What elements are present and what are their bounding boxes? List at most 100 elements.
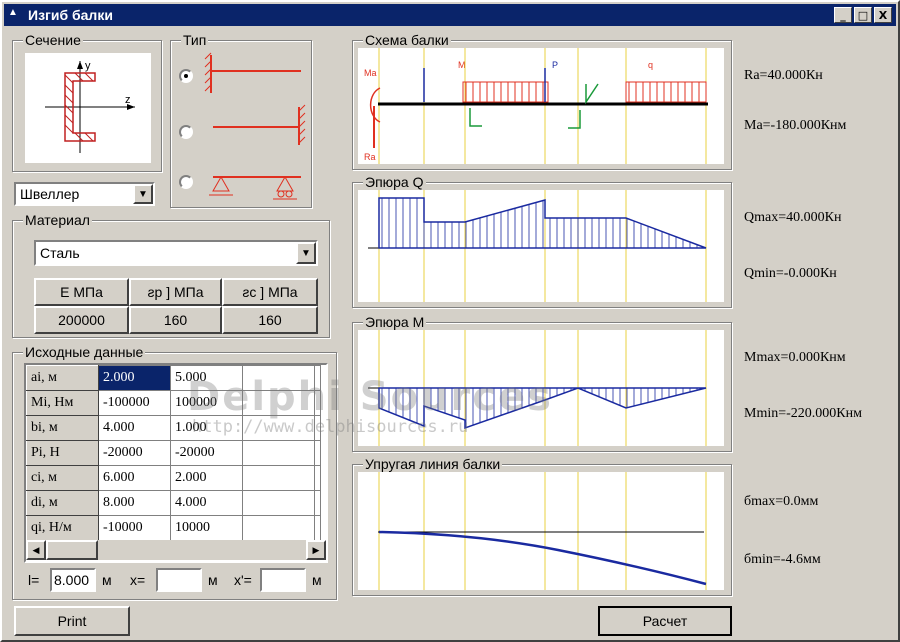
table-row: qi, Н/м -10000 10000 (26, 515, 321, 541)
type-label: Тип (181, 32, 209, 48)
elastic-label: Упругая линия балки (363, 456, 503, 472)
q-label: Эпюра Q (363, 174, 426, 190)
x-label: x= (130, 572, 146, 588)
table-row: ci, м 6.000 2.000 (26, 465, 321, 491)
table-cell[interactable]: 4.000 (170, 490, 243, 516)
row-header: ai, м (26, 365, 99, 391)
q-svg (368, 190, 707, 302)
section-group: Сечение y z (12, 32, 162, 172)
main-window: ▲ Изгиб балки _ □ X Сечение y z Швеллер … (0, 0, 900, 642)
axis-y-label: y (85, 60, 91, 72)
input-data-label: Исходные данные (23, 344, 146, 360)
table-cell[interactable] (242, 465, 315, 491)
close-button[interactable]: X (874, 7, 892, 23)
scheme-label: Схема балки (363, 32, 451, 48)
scheme-p-label: P (552, 60, 558, 70)
load-q2-box (625, 81, 707, 103)
material-value-sc[interactable]: 160 (222, 306, 318, 334)
l-input[interactable]: 8.000 (50, 568, 96, 592)
watermark-title: Delphi Sources (187, 374, 553, 420)
table-cell[interactable]: -100000 (98, 390, 171, 416)
table-cell[interactable] (314, 490, 321, 516)
x-unit: м (208, 572, 218, 588)
row-header: di, м (26, 490, 99, 516)
window-title: Изгиб балки (28, 7, 113, 23)
table-cell[interactable] (242, 515, 315, 541)
result-dmin: бmin=-4.6мм (744, 552, 821, 567)
elastic-curve (378, 530, 707, 586)
l-label: l= (28, 572, 40, 588)
minimize-button[interactable]: _ (834, 7, 852, 23)
table-cell[interactable] (242, 440, 315, 466)
row-header: qi, Н/м (26, 515, 99, 541)
q-outline (378, 197, 707, 249)
maximize-button[interactable]: □ (854, 7, 872, 23)
horizontal-scrollbar[interactable]: ◀ ▶ (26, 540, 326, 560)
table-cell[interactable] (314, 515, 321, 541)
material-value: Сталь (40, 245, 80, 261)
scroll-thumb[interactable] (46, 540, 98, 560)
load-q1-box (462, 81, 549, 103)
material-value-sp[interactable]: 160 (129, 306, 222, 334)
material-value-e[interactable]: 200000 (34, 306, 129, 334)
material-header-sp: ƨр ] МПа (129, 278, 222, 306)
print-button[interactable]: Print (14, 606, 130, 636)
result-ra: Ra=40.000Кн (744, 68, 823, 83)
calc-button[interactable]: Расчет (598, 606, 732, 636)
scheme-chart: Ma Ra M P q (358, 48, 724, 164)
elastic-chart (358, 472, 724, 590)
moment-m1-arrow (469, 108, 482, 127)
section-label: Сечение (23, 32, 83, 48)
scroll-left-icon[interactable]: ◀ (26, 540, 46, 560)
scheme-ma-label: Ma (364, 68, 377, 78)
row-header: Pi, Н (26, 440, 99, 466)
material-select[interactable]: Сталь ▼ (34, 240, 318, 266)
table-cell[interactable] (314, 440, 321, 466)
scheme-ra-label: Ra (364, 152, 376, 162)
row-header: Mi, Нм (26, 390, 99, 416)
row-header: bi, м (26, 415, 99, 441)
table-cell[interactable] (242, 490, 315, 516)
table-cell[interactable]: -10000 (98, 515, 171, 541)
table-cell[interactable]: 10000 (170, 515, 243, 541)
section-diagram: y z (25, 53, 151, 163)
x2-label: x'= (234, 572, 252, 588)
material-header-sc: ƨс ] МПа (222, 278, 318, 306)
q-chart (358, 190, 724, 302)
support-type-icons (204, 52, 306, 200)
x2-input[interactable] (260, 568, 306, 592)
axis-z-label: z (125, 94, 131, 106)
result-qmax: Qmax=40.000Кн (744, 210, 842, 225)
scheme-svg: Ma Ra M P q (364, 48, 708, 164)
chevron-down-icon[interactable]: ▼ (296, 242, 316, 264)
table-cell[interactable]: -20000 (98, 440, 171, 466)
table-cell[interactable]: 4.000 (98, 415, 171, 441)
material-label: Материал (23, 212, 92, 228)
moment-m2-arrow (585, 83, 599, 105)
table-cell[interactable]: -20000 (170, 440, 243, 466)
elastic-svg (378, 472, 707, 590)
table-cell[interactable] (314, 465, 321, 491)
table-cell[interactable]: 8.000 (98, 490, 171, 516)
chevron-down-icon[interactable]: ▼ (133, 184, 153, 204)
m-label: Эпюра M (363, 314, 427, 330)
table-cell[interactable]: 6.000 (98, 465, 171, 491)
result-mmax: Mmax=0.000Кнм (744, 350, 846, 365)
result-dmax: бmax=0.0мм (744, 494, 819, 509)
scroll-right-icon[interactable]: ▶ (306, 540, 326, 560)
row-header: ci, м (26, 465, 99, 491)
table-cell[interactable]: 2.000 (170, 465, 243, 491)
l-unit: м (102, 572, 112, 588)
type-radio-cantilever-right[interactable] (179, 125, 193, 139)
profile-select[interactable]: Швеллер ▼ (14, 182, 155, 206)
table-cell[interactable]: 2.000 (98, 365, 171, 391)
table-row: Pi, Н -20000 -20000 (26, 440, 321, 466)
table-row: di, м 8.000 4.000 (26, 490, 321, 516)
type-group: Тип (170, 32, 312, 208)
scheme-m-label: M (458, 60, 466, 70)
titlebar: ▲ Изгиб балки _ □ X (4, 4, 896, 26)
type-radio-cantilever-left[interactable] (179, 69, 193, 83)
type-radio-simply-supported[interactable] (179, 175, 193, 189)
x-input[interactable] (156, 568, 202, 592)
x2-unit: м (312, 572, 322, 588)
